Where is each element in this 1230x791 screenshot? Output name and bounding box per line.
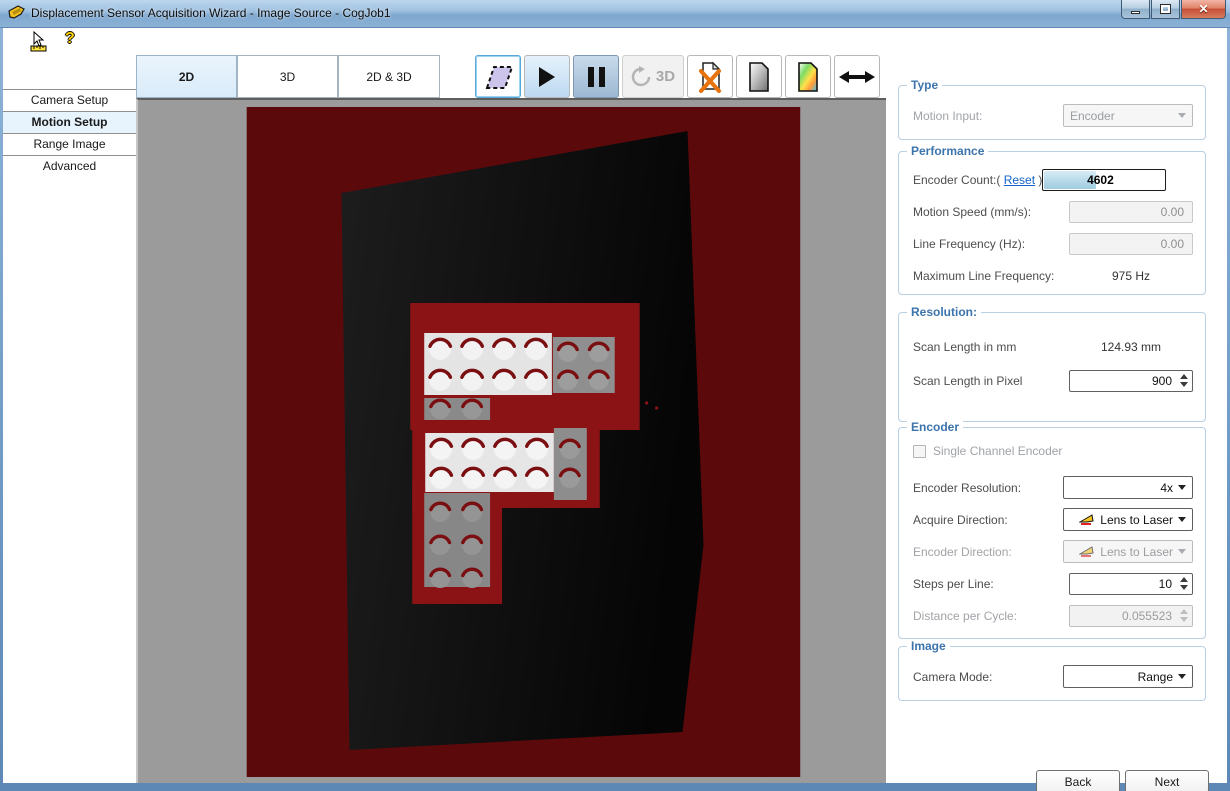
line-frequency-field: 0.00 [1069, 233, 1193, 255]
sidebar-item-motion-setup[interactable]: Motion Setup [3, 112, 136, 133]
help-icon[interactable]: ? [65, 30, 75, 48]
maximize-button[interactable] [1151, 0, 1180, 19]
scan-length-mm-value: 124.93 mm [1069, 340, 1193, 354]
pause-icon [588, 67, 605, 87]
back-button[interactable]: Back [1036, 770, 1120, 791]
single-channel-checkbox [913, 445, 926, 458]
line-frequency-label: Line Frequency (Hz): [913, 237, 1025, 251]
wizard-step-sidebar: Camera Setup Motion Setup Range Image Ad… [3, 55, 136, 783]
scan-length-px-label: Scan Length in Pixel [913, 374, 1022, 388]
acquire-direction-label: Acquire Direction: [913, 513, 1008, 527]
scan-length-mm-label: Scan Length in mm [913, 340, 1016, 354]
pause-button[interactable] [573, 55, 619, 98]
group-type: Type Motion Input: Encoder [898, 85, 1206, 140]
encoder-direction-dropdown: Lens to Laser [1063, 540, 1193, 563]
settings-panel: Type Motion Input: Encoder Performance E… [886, 55, 1227, 783]
document-color-icon [795, 62, 821, 92]
mini-toolbar: ? [3, 28, 1227, 55]
group-title: Image [907, 639, 950, 653]
minimize-icon [1131, 11, 1140, 14]
image-viewport[interactable] [136, 98, 886, 783]
view-tabstrip: 2D 3D 2D & 3D [136, 55, 886, 98]
distance-per-cycle-label: Distance per Cycle: [913, 609, 1017, 623]
encoder-resolution-label: Encoder Resolution: [913, 481, 1021, 495]
motion-input-label: Motion Input: [913, 109, 982, 123]
steps-per-line-spinner[interactable]: 10 [1069, 573, 1193, 595]
horizontal-arrow-icon [839, 69, 875, 85]
scan-length-px-spinner[interactable]: 900 [1069, 370, 1193, 392]
encoder-resolution-dropdown[interactable]: 4x [1063, 476, 1193, 499]
group-title: Encoder [907, 420, 963, 434]
distance-per-cycle-spinner: 0.055523 [1069, 605, 1193, 627]
close-button[interactable]: ✕ [1181, 0, 1226, 19]
color-view-button[interactable] [785, 55, 831, 98]
scan-image [138, 100, 886, 783]
lens-to-laser-icon [1079, 545, 1095, 558]
document-grayscale-icon [746, 62, 772, 92]
camera-mode-label: Camera Mode: [913, 670, 992, 684]
reset-link[interactable]: Reset [1004, 173, 1035, 187]
group-resolution: Resolution: Scan Length in mm 124.93 mm … [898, 312, 1206, 422]
play-button[interactable] [524, 55, 570, 98]
chevron-down-icon [1178, 549, 1186, 554]
group-image: Image Camera Mode: Range [898, 646, 1206, 701]
roi-select-button[interactable] [475, 55, 521, 98]
chevron-down-icon [1178, 113, 1186, 118]
spinner-arrows[interactable] [1178, 577, 1192, 590]
single-channel-label: Single Channel Encoder [933, 444, 1062, 458]
motion-input-dropdown: Encoder [1063, 104, 1193, 127]
tab-3d[interactable]: 3D [237, 55, 338, 98]
tab-2d-and-3d[interactable]: 2D & 3D [338, 55, 440, 98]
sidebar-item-camera-setup[interactable]: Camera Setup [3, 90, 136, 111]
steps-per-line-label: Steps per Line: [913, 577, 994, 591]
camera-mode-dropdown[interactable]: Range [1063, 665, 1193, 688]
tab-2d[interactable]: 2D [136, 55, 237, 98]
document-x-icon [695, 61, 725, 93]
sidebar-item-range-image[interactable]: Range Image [3, 134, 136, 155]
encoder-direction-label: Encoder Direction: [913, 545, 1012, 559]
window-title: Displacement Sensor Acquisition Wizard -… [31, 6, 391, 20]
minimize-button[interactable] [1121, 0, 1150, 19]
center-column: 2D 3D 2D & 3D [136, 55, 886, 783]
title-bar[interactable]: Displacement Sensor Acquisition Wizard -… [0, 0, 1230, 28]
chevron-down-icon [1178, 674, 1186, 679]
group-title: Resolution: [907, 305, 981, 319]
spinner-arrows[interactable] [1178, 374, 1192, 387]
chevron-down-icon [1178, 485, 1186, 490]
lens-to-laser-icon [1079, 513, 1095, 526]
refresh-3d-button: 3D [622, 55, 684, 98]
sidebar-item-advanced[interactable]: Advanced [3, 156, 136, 177]
group-performance: Performance Encoder Count:( Reset ) 4602… [898, 151, 1206, 295]
refresh-3d-icon [631, 65, 653, 89]
chevron-down-icon [1178, 517, 1186, 522]
group-encoder: Encoder Single Channel Encoder Encoder R… [898, 427, 1206, 639]
max-line-frequency-label: Maximum Line Frequency: [913, 269, 1054, 283]
encoder-count-label: Encoder Count:( Reset ) [913, 173, 1042, 187]
motion-speed-field: 0.00 [1069, 201, 1193, 223]
group-title: Performance [907, 144, 988, 158]
fit-width-button[interactable] [834, 55, 880, 98]
app-icon [8, 5, 26, 21]
max-line-frequency-value: 975 Hz [1069, 269, 1193, 283]
pointer-ruler-icon[interactable] [30, 31, 54, 52]
next-button[interactable]: Next [1125, 770, 1209, 791]
play-icon [539, 67, 555, 87]
close-icon: ✕ [1198, 2, 1208, 16]
clear-image-button[interactable] [687, 55, 733, 98]
maximize-icon [1161, 5, 1170, 13]
roi-region-icon [481, 62, 515, 92]
spinner-arrows [1178, 609, 1192, 622]
encoder-count-field[interactable]: 4602 [1042, 169, 1166, 191]
window-content: ? Camera Setup Motion Setup Range Image … [3, 28, 1227, 783]
display-toolbar: 3D [475, 55, 880, 98]
grayscale-view-button[interactable] [736, 55, 782, 98]
wizard-window: Displacement Sensor Acquisition Wizard -… [0, 0, 1230, 791]
motion-speed-label: Motion Speed (mm/s): [913, 205, 1031, 219]
acquire-direction-dropdown[interactable]: Lens to Laser [1063, 508, 1193, 531]
group-title: Type [907, 78, 942, 92]
